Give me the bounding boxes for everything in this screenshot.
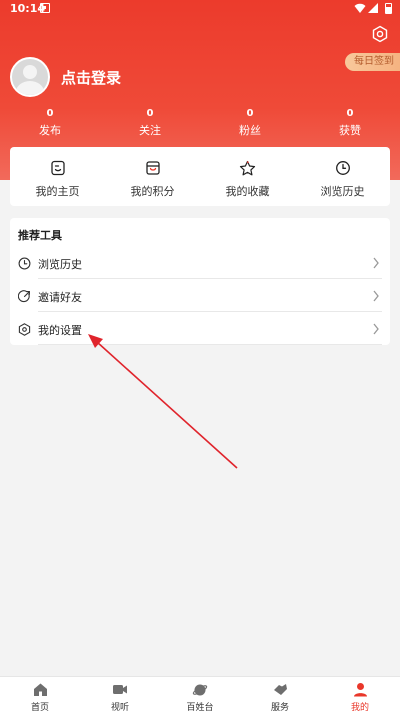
tab-service[interactable]: 服务 — [240, 677, 320, 711]
invite-icon — [18, 290, 30, 303]
signal-icon — [368, 3, 378, 13]
tool-row-label: 邀请好友 — [38, 291, 82, 304]
points-bag-icon — [145, 161, 160, 175]
chevron-right-icon — [373, 323, 379, 335]
stat-value: 0 — [246, 108, 254, 119]
divider — [38, 344, 382, 345]
stat-value: 0 — [46, 108, 54, 119]
quick-link-homepage[interactable]: 我的主页 — [10, 147, 105, 206]
user-icon — [353, 683, 367, 697]
star-icon — [239, 160, 256, 176]
recommended-tools-card: 推荐工具 浏览历史 邀请好友 我的设置 — [10, 218, 390, 345]
tab-label: 视听 — [110, 703, 129, 711]
quick-links-card: 我的主页 我的积分 我的收藏 浏览历史 — [10, 147, 390, 206]
stat-likes[interactable]: 0 获赞 — [300, 108, 400, 138]
quick-link-history[interactable]: 浏览历史 — [295, 147, 390, 206]
settings-hex-icon[interactable] — [370, 24, 390, 44]
tab-label: 百姓台 — [186, 703, 214, 711]
tool-row-history[interactable]: 浏览历史 — [10, 247, 390, 279]
tab-home[interactable]: 首页 — [0, 677, 80, 711]
planet-icon — [192, 684, 208, 696]
stat-following[interactable]: 0 关注 — [100, 108, 200, 138]
quick-link-label: 我的积分 — [130, 185, 175, 198]
stat-followers[interactable]: 0 粉丝 — [200, 108, 300, 138]
stat-label: 关注 — [139, 124, 161, 137]
quick-link-points[interactable]: 我的积分 — [105, 147, 200, 206]
tab-label: 服务 — [270, 703, 289, 711]
stat-posts[interactable]: 0 发布 — [0, 108, 100, 138]
service-icon — [274, 684, 287, 695]
stat-value: 0 — [346, 108, 354, 119]
login-link[interactable]: 点击登录 — [61, 67, 121, 88]
quick-link-favorites[interactable]: 我的收藏 — [200, 147, 295, 206]
avatar[interactable] — [10, 57, 50, 97]
battery-icon — [385, 3, 392, 14]
clock-icon — [335, 161, 350, 175]
stat-label: 发布 — [39, 124, 61, 137]
wifi-icon — [354, 3, 366, 13]
homepage-icon — [50, 160, 65, 176]
chevron-right-icon — [373, 290, 379, 302]
tool-row-invite[interactable]: 邀请好友 — [10, 280, 390, 312]
chevron-right-icon — [373, 257, 379, 269]
divider — [38, 311, 382, 312]
video-icon — [113, 685, 127, 694]
tool-row-label: 浏览历史 — [38, 258, 82, 271]
stat-value: 0 — [146, 108, 154, 119]
bottom-tab-bar: 首页 视听 百姓台 服务 我的 — [0, 676, 400, 711]
notification-icon — [40, 3, 50, 13]
tab-profile[interactable]: 我的 — [320, 677, 400, 711]
settings-hex-icon — [18, 323, 31, 336]
divider — [38, 278, 382, 279]
quick-link-label: 我的主页 — [35, 185, 80, 198]
stat-label: 粉丝 — [239, 124, 261, 137]
clock-icon — [18, 257, 31, 270]
home-icon — [33, 683, 47, 696]
quick-link-label: 浏览历史 — [320, 185, 365, 198]
tab-label: 我的 — [350, 703, 369, 711]
tool-row-label: 我的设置 — [38, 324, 82, 337]
tool-row-settings[interactable]: 我的设置 — [10, 313, 390, 345]
tab-video[interactable]: 视听 — [80, 677, 160, 711]
stat-label: 获赞 — [339, 124, 361, 137]
tools-title: 推荐工具 — [18, 229, 62, 242]
daily-checkin-button[interactable]: 每日签到 — [345, 53, 400, 71]
quick-link-label: 我的收藏 — [225, 185, 270, 198]
tab-label: 首页 — [30, 703, 49, 711]
profile-stats: 0 发布 0 关注 0 粉丝 0 获赞 — [0, 108, 400, 138]
tab-community[interactable]: 百姓台 — [160, 677, 240, 711]
status-bar: 10:14 — [0, 0, 400, 18]
